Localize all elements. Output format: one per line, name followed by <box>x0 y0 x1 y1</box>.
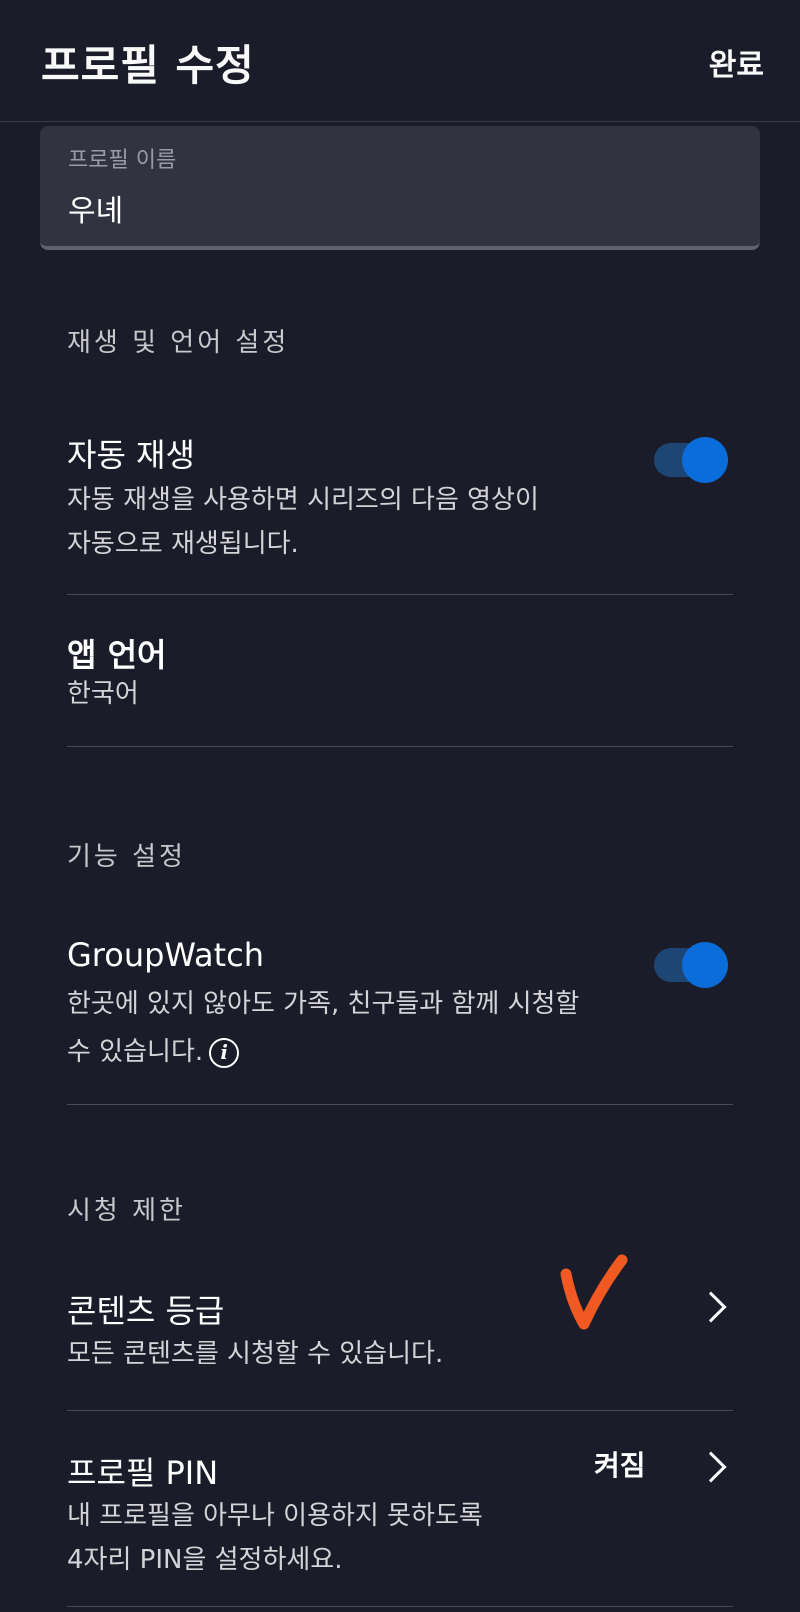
groupwatch-description: 한곳에 있지 않아도 가족, 친구들과 함께 시청할 수 있습니다. i <box>67 982 627 1074</box>
profile-pin-description: 내 프로필을 아무나 이용하지 못하도록 4자리 PIN을 설정하세요. <box>67 1494 627 1582</box>
divider <box>67 1606 733 1607</box>
groupwatch-description-line1: 한곳에 있지 않아도 가족, 친구들과 함께 시청할 <box>67 989 580 1019</box>
groupwatch-description-line2-wrap: 수 있습니다. i <box>67 1030 627 1074</box>
groupwatch-toggle-knob <box>682 942 728 988</box>
groupwatch-toggle[interactable] <box>654 942 728 988</box>
divider <box>67 746 733 747</box>
content-rating-title: 콘텐츠 등급 <box>67 1292 225 1330</box>
content-rating-description: 모든 콘텐츠를 시청할 수 있습니다. <box>67 1339 444 1369</box>
groupwatch-title: GroupWatch <box>67 936 265 974</box>
autoplay-toggle-knob <box>682 437 728 483</box>
groupwatch-description-line2: 수 있습니다. <box>67 1037 204 1067</box>
profile-pin-status: 켜짐 <box>594 1449 646 1482</box>
info-icon[interactable]: i <box>209 1037 240 1068</box>
profile-name-field[interactable]: 프로필 이름 우녜 <box>40 126 760 250</box>
section-header-playback: 재생 및 언어 설정 <box>67 328 290 358</box>
page-title: 프로필 수정 <box>41 41 255 90</box>
app-language-title: 앱 언어 <box>67 636 167 674</box>
section-header-restrictions: 시청 제한 <box>67 1196 186 1226</box>
app-language-value: 한국어 <box>67 679 139 709</box>
checkmark-annotation-icon <box>560 1254 628 1330</box>
done-button[interactable]: 완료 <box>709 40 764 84</box>
autoplay-description-line1: 자동 재생을 사용하면 시리즈의 다음 영상이 <box>67 485 539 515</box>
profile-pin-description-line2: 4자리 PIN을 설정하세요. <box>67 1545 343 1575</box>
autoplay-title: 자동 재생 <box>67 436 195 474</box>
profile-name-input[interactable]: 우녜 <box>68 186 123 230</box>
divider <box>67 594 733 595</box>
top-bar: 프로필 수정 완료 <box>0 0 800 122</box>
autoplay-toggle[interactable] <box>654 437 728 483</box>
autoplay-description: 자동 재생을 사용하면 시리즈의 다음 영상이 자동으로 재생됩니다. <box>67 478 627 566</box>
profile-name-label: 프로필 이름 <box>68 148 177 173</box>
profile-pin-description-line1: 내 프로필을 아무나 이용하지 못하도록 <box>67 1501 483 1531</box>
divider <box>67 1410 733 1411</box>
section-header-features: 기능 설정 <box>67 842 186 872</box>
autoplay-description-line2: 자동으로 재생됩니다. <box>67 529 299 559</box>
profile-pin-title: 프로필 PIN <box>67 1454 219 1492</box>
divider <box>67 1104 733 1105</box>
